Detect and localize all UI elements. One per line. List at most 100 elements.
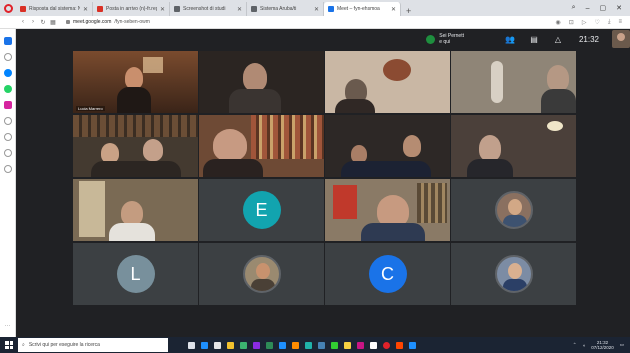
app-icon[interactable] bbox=[396, 341, 403, 349]
opera-menu-icon[interactable] bbox=[0, 0, 16, 16]
participant-tile[interactable] bbox=[73, 115, 198, 177]
workspace-icon[interactable] bbox=[3, 37, 12, 45]
bookmarks-icon[interactable] bbox=[3, 133, 12, 141]
edge-icon[interactable] bbox=[201, 341, 208, 349]
address-bar-actions: ◉ ⊡ ▷ ♡ ⤓ ≡ bbox=[556, 19, 630, 26]
participant-tile[interactable] bbox=[325, 115, 450, 177]
tab-4[interactable]: Meet – fyn-ehsmoa ✕ bbox=[324, 2, 401, 16]
maximize-icon[interactable]: ▢ bbox=[600, 4, 607, 12]
participant-name: Lucia Marrero bbox=[76, 106, 105, 111]
close-icon[interactable]: ✕ bbox=[160, 6, 165, 13]
close-icon[interactable]: ✕ bbox=[83, 6, 88, 13]
participant-body bbox=[541, 89, 576, 113]
participant-avatar-photo bbox=[494, 191, 533, 229]
new-tab-button[interactable]: + bbox=[401, 6, 416, 16]
instagram-icon[interactable] bbox=[3, 101, 12, 109]
minimize-icon[interactable]: – bbox=[586, 5, 590, 12]
participant-tile[interactable]: Lucia Marrero bbox=[73, 51, 198, 113]
screen: Risposta dal sistema: Notif...✕ Posta in… bbox=[0, 0, 630, 353]
tray-clock[interactable]: 21:32 07/12/2020 bbox=[591, 340, 614, 350]
settings-icon[interactable] bbox=[3, 165, 12, 173]
more-icon[interactable]: ··· bbox=[5, 323, 11, 329]
activities-icon[interactable]: △ bbox=[546, 35, 570, 44]
taskbar-search-input[interactable]: ⌕ Scrivi qui per eseguire la ricerca bbox=[18, 338, 168, 352]
participant-tile[interactable]: L bbox=[73, 243, 198, 305]
participant-face bbox=[121, 201, 143, 225]
participant-body bbox=[117, 87, 151, 113]
chat-icon[interactable]: ▤ bbox=[522, 35, 546, 44]
tab-2[interactable]: Screenshot di studi ✕ bbox=[170, 2, 247, 16]
close-icon[interactable]: ✕ bbox=[391, 6, 396, 13]
home-icon[interactable] bbox=[3, 53, 12, 61]
flow-icon[interactable]: ▷ bbox=[582, 19, 587, 26]
close-icon[interactable]: ✕ bbox=[237, 6, 242, 13]
participant-face bbox=[403, 135, 421, 157]
bookshelf bbox=[417, 183, 447, 223]
participant-tile[interactable] bbox=[451, 51, 576, 113]
snapshot-icon[interactable]: ⊡ bbox=[569, 19, 574, 26]
app-icon[interactable] bbox=[344, 341, 351, 349]
participant-tile[interactable] bbox=[451, 115, 576, 177]
participant-tile[interactable]: C bbox=[325, 243, 450, 305]
search-tabs-icon[interactable]: ⌕ bbox=[572, 4, 576, 12]
participant-avatar-photo bbox=[494, 255, 533, 293]
tab-3[interactable]: Sistema Aruba/ti ✕ bbox=[247, 2, 324, 16]
network-icon[interactable]: ⌃ bbox=[573, 342, 577, 348]
app-icon[interactable] bbox=[357, 341, 364, 349]
camera-icon[interactable]: ◉ bbox=[556, 19, 561, 26]
app-icon[interactable] bbox=[292, 341, 299, 349]
wall-painting bbox=[383, 59, 411, 81]
app-icon[interactable] bbox=[409, 341, 416, 349]
app-icon[interactable] bbox=[253, 341, 260, 349]
self-view-thumbnail[interactable] bbox=[612, 30, 630, 48]
app-icon[interactable] bbox=[305, 341, 312, 349]
task-view-icon[interactable] bbox=[188, 341, 195, 349]
participant-tile[interactable] bbox=[199, 51, 324, 113]
participant-tile[interactable] bbox=[199, 243, 324, 305]
player-icon[interactable] bbox=[3, 117, 12, 125]
participant-tile[interactable] bbox=[451, 179, 576, 241]
participant-tile[interactable] bbox=[73, 179, 198, 241]
explorer-icon[interactable] bbox=[227, 341, 234, 349]
participant-body bbox=[91, 161, 181, 177]
reload-icon[interactable]: ↻ bbox=[38, 19, 48, 26]
close-icon[interactable]: ✕ bbox=[314, 6, 319, 13]
participant-tile[interactable] bbox=[199, 115, 324, 177]
participant-video bbox=[325, 115, 450, 177]
whatsapp-icon[interactable] bbox=[3, 85, 12, 93]
app-icon[interactable] bbox=[318, 341, 325, 349]
tabs-grid-icon[interactable]: ▦ bbox=[48, 19, 58, 26]
volume-icon[interactable]: ◖ bbox=[582, 343, 585, 348]
participant-body bbox=[361, 223, 425, 241]
participant-body bbox=[467, 159, 513, 177]
app-icon[interactable] bbox=[279, 341, 286, 349]
url-field[interactable]: meet.google.com/fyn-seben-owm bbox=[66, 19, 150, 25]
presenting-icon bbox=[426, 34, 436, 44]
participants-icon[interactable]: 👥 bbox=[498, 35, 522, 44]
bookmark-heart-icon[interactable]: ♡ bbox=[594, 19, 599, 26]
tab-0[interactable]: Risposta dal sistema: Notif...✕ bbox=[16, 2, 93, 16]
participant-tile[interactable] bbox=[325, 179, 450, 241]
participant-tile[interactable]: E bbox=[199, 179, 324, 241]
tab-1[interactable]: Posta in arrivo (n)-fr.regine✕ bbox=[93, 2, 170, 16]
presenter-chip[interactable]: Sei Pernett e qui bbox=[426, 33, 464, 45]
participant-tile[interactable] bbox=[451, 243, 576, 305]
download-icon[interactable]: ⤓ bbox=[608, 19, 611, 26]
menu-icon[interactable]: ≡ bbox=[618, 19, 622, 26]
messenger-icon[interactable] bbox=[3, 69, 12, 77]
system-tray: ⌃ ◖ 21:32 07/12/2020 ▭ bbox=[573, 340, 630, 350]
app-icon[interactable] bbox=[331, 341, 338, 349]
page-icon bbox=[251, 6, 257, 12]
app-icon[interactable] bbox=[266, 341, 273, 349]
forward-icon[interactable]: › bbox=[28, 19, 38, 25]
store-icon[interactable] bbox=[214, 341, 221, 349]
participant-tile[interactable] bbox=[325, 51, 450, 113]
history-icon[interactable] bbox=[3, 149, 12, 157]
notification-icon[interactable]: ▭ bbox=[620, 342, 624, 348]
opera-icon[interactable] bbox=[383, 341, 390, 349]
app-icon[interactable] bbox=[370, 341, 377, 349]
back-icon[interactable]: ‹ bbox=[18, 19, 28, 25]
close-window-icon[interactable]: ✕ bbox=[616, 4, 622, 12]
app-icon[interactable] bbox=[240, 341, 247, 349]
start-button[interactable] bbox=[0, 341, 18, 349]
